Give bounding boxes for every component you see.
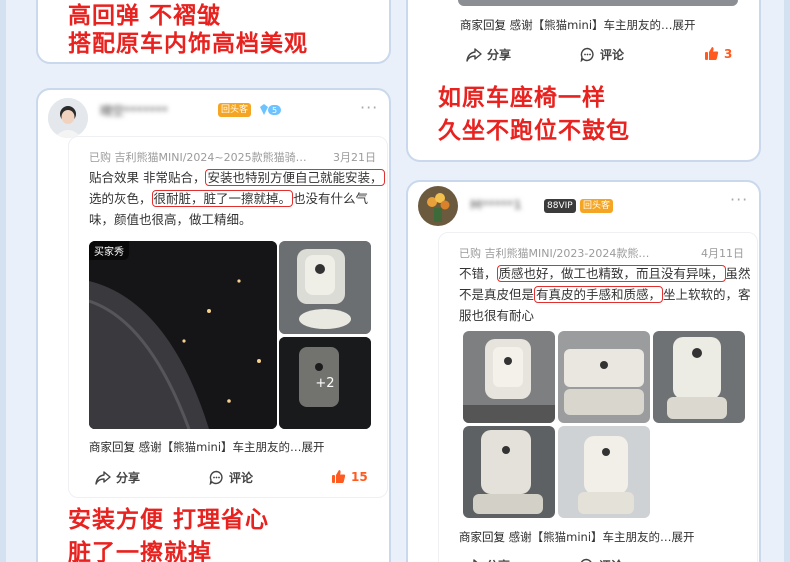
review-photo-1[interactable] (463, 331, 555, 423)
avatar[interactable] (418, 186, 458, 226)
left-top-card: 高回弹 不褶皱 搭配原车内饰高档美观 (36, 0, 391, 64)
right-mid-headline-1: 如原车座椅一样 (438, 85, 606, 111)
comment-label: 评论 (599, 557, 623, 562)
merchant-reply[interactable]: 商家回复 感谢【熊猫mini】车主朋友的…展开 (459, 529, 695, 545)
merchant-reply-text: 感谢【熊猫mini】车主朋友的… (509, 18, 673, 32)
share-icon (466, 47, 482, 62)
highlight-install: 安装也特别方便自己就能安装， (205, 169, 385, 186)
review-text: 贴合效果 非常贴合， 安装也特别方便自己就能安装， 选的灰色， 很耐脏，脏了一擦就掉。… (89, 167, 385, 230)
panda-seat-photo-icon (279, 241, 371, 334)
more-photos-count: +2 (279, 337, 371, 429)
review-body: 已购 吉利熊猫MINI/2023-2024款熊… 4月11日 不错， 质感也好，做… (438, 232, 758, 562)
purchase-info[interactable]: 已购 吉利熊猫MINI/2024~2025款熊猫骑… (89, 149, 307, 165)
review-photo-2[interactable] (558, 331, 650, 423)
expand-link[interactable]: 展开 (672, 530, 695, 544)
username[interactable]: 晴空******* (100, 102, 168, 119)
username[interactable]: M*****1 (470, 198, 522, 212)
expand-link[interactable]: 展开 (673, 18, 696, 32)
review-date: 3月21日 (333, 151, 376, 164)
merchant-reply-text: 感谢【熊猫mini】车主朋友的… (138, 440, 302, 454)
seat-cover-dark-photo-icon (89, 241, 277, 429)
avatar[interactable] (48, 98, 88, 138)
expand-link[interactable]: 展开 (302, 440, 325, 454)
highlight-leather-feel: 有真皮的手感和质感， (534, 286, 664, 303)
diamond-level-icon: 5 (258, 102, 282, 121)
review-text-part-1: 贴合效果 非常贴合， (89, 170, 206, 185)
like-button[interactable]: 15 (331, 469, 368, 484)
comment-icon (580, 47, 594, 62)
like-button[interactable]: 3 (704, 46, 732, 61)
comment-button[interactable]: 评论 (579, 557, 623, 562)
88vip-badge: 88VIP (544, 199, 576, 213)
like-count: 3 (724, 46, 733, 61)
avatar-photo-icon (48, 98, 88, 138)
more-options-icon[interactable]: ··· (730, 190, 748, 209)
comment-label: 评论 (600, 48, 625, 62)
highlight-dirt-resistant: 很耐脏，脏了一擦就掉。 (151, 190, 294, 207)
comment-label: 评论 (229, 471, 254, 485)
review-photo-3[interactable] (653, 331, 745, 423)
seat-angle-photo-icon (463, 426, 555, 518)
review-photo-4[interactable] (463, 426, 555, 518)
left-review-card: 晴空******* 回头客 5 ··· 已购 吉利熊猫MINI/2024~202… (36, 88, 391, 562)
left-edge-strip (0, 0, 6, 562)
share-label: 分享 (487, 48, 512, 62)
more-options-icon[interactable]: ··· (360, 98, 378, 117)
merchant-reply[interactable]: 商家回复 感谢【熊猫mini】车主朋友的…展开 (89, 439, 325, 455)
right-edge-strip (784, 0, 790, 562)
previous-review-photo-strip (458, 0, 738, 6)
comment-icon (209, 470, 223, 485)
review-photo-main[interactable]: 买家秀 (89, 241, 277, 429)
share-button[interactable]: 分享 (466, 46, 511, 63)
thumbs-up-icon (332, 470, 346, 483)
rear-seat-photo-icon (558, 331, 650, 423)
buyer-show-tag: 买家秀 (89, 241, 129, 260)
right-top-card: 商家回复 感谢【熊猫mini】车主朋友的…展开 分享 评论 3 如原车座椅一样 … (406, 0, 761, 162)
share-label: 分享 (116, 471, 141, 485)
right-mid-headline-2: 久坐不跑位不鼓包 (438, 118, 630, 144)
review-date: 4月11日 (701, 247, 744, 260)
left-top-headline-2: 搭配原车内饰高档美观 (68, 31, 308, 57)
share-label: 分享 (486, 557, 510, 562)
purchase-info[interactable]: 已购 吉利熊猫MINI/2023-2024款熊… (459, 245, 649, 261)
share-button[interactable]: 分享 (95, 469, 140, 486)
merchant-reply-label: 商家回复 (459, 530, 505, 544)
share-icon (473, 558, 479, 562)
left-bottom-headline-1: 安装方便 打理省心 (68, 507, 270, 533)
comment-button[interactable]: 评论 (209, 469, 253, 486)
like-count: 15 (351, 469, 368, 484)
merchant-reply-text: 感谢【熊猫mini】车主朋友的… (508, 530, 672, 544)
review-body: 已购 吉利熊猫MINI/2024~2025款熊猫骑… 3月21日 贴合效果 非常… (68, 136, 388, 498)
left-bottom-headline-2: 脏了一擦就掉 (68, 540, 212, 562)
merchant-reply-label: 商家回复 (89, 440, 135, 454)
seat-photo-icon (463, 331, 555, 423)
comment-icon (580, 558, 592, 562)
review-photo-2[interactable] (279, 241, 371, 334)
review-text: 不错， 质感也好，做工也精致，而且没有异味， 虽然不是真皮但是 有真皮的手感和质感，坐… (459, 263, 755, 326)
repeat-customer-badge: 回头客 (218, 103, 252, 117)
comment-button[interactable]: 评论 (580, 46, 624, 63)
review-text-part-2: 选的灰色， (89, 191, 152, 206)
repeat-customer-badge: 回头客 (580, 199, 614, 213)
seat-closeup-photo-icon (558, 426, 650, 518)
thumbs-up-icon (705, 47, 719, 60)
review-text-part-1: 不错， (459, 266, 497, 281)
review-photo-3[interactable]: +2 (279, 337, 371, 429)
front-seat-photo-icon (653, 331, 745, 423)
svg-text:5: 5 (272, 106, 277, 115)
share-icon (95, 470, 111, 485)
merchant-reply-label: 商家回复 (460, 18, 506, 32)
flower-avatar-icon (418, 186, 458, 226)
merchant-reply[interactable]: 商家回复 感谢【熊猫mini】车主朋友的…展开 (460, 17, 696, 33)
highlight-quality: 质感也好，做工也精致，而且没有异味， (496, 265, 726, 282)
review-photo-5[interactable] (558, 426, 650, 518)
share-button[interactable]: 分享 (465, 557, 510, 562)
right-review-card: M*****1 88VIP 回头客 ··· 已购 吉利熊猫MINI/2023-2… (406, 180, 761, 562)
